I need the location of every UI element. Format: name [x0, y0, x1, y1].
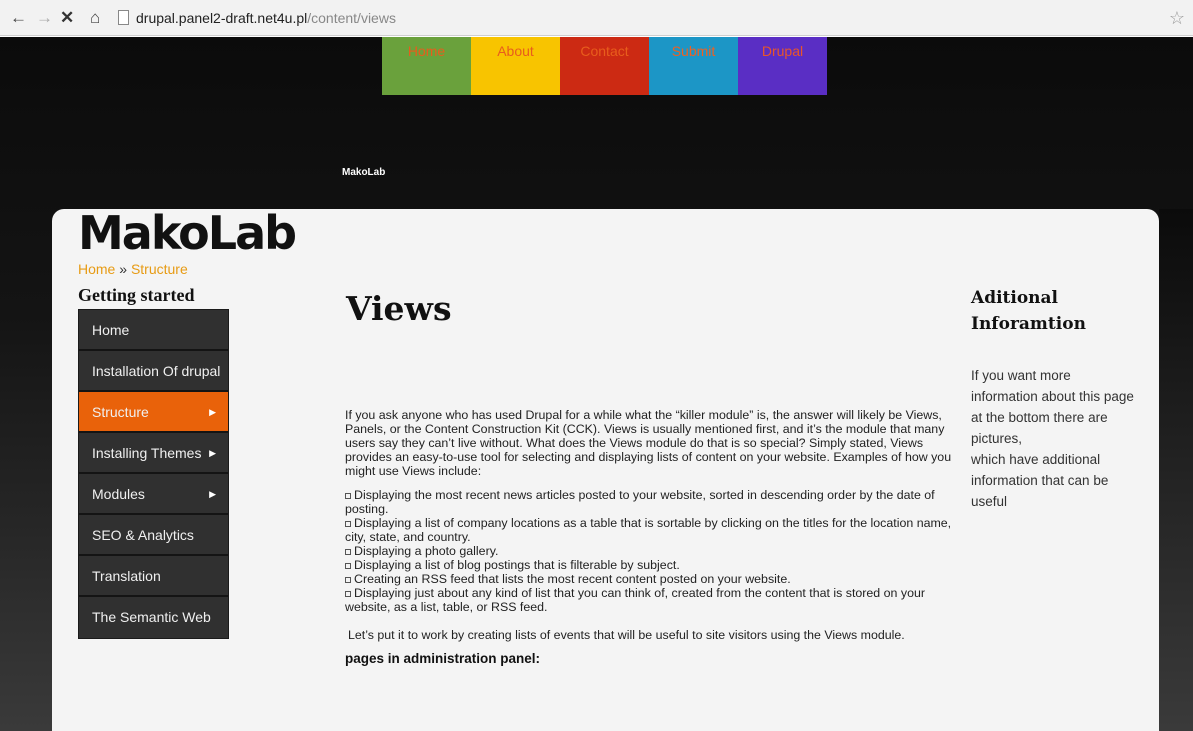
article-body: If you ask anyone who has used Drupal fo…: [345, 408, 957, 666]
url-path: /content/views: [307, 10, 396, 26]
section-subheading: pages in administration panel:: [345, 651, 541, 666]
examples-list: Displaying the most recent news articles…: [345, 488, 957, 614]
list-item-text: Displaying the most recent news articles…: [345, 488, 935, 516]
aside-title: Aditional Inforamtion: [971, 285, 1086, 337]
sidebar-item-modules[interactable]: Modules ▶: [79, 474, 228, 515]
aside-paragraph: If you want more information about this …: [971, 368, 1134, 446]
list-item-text: Displaying a list of blog postings that …: [354, 558, 680, 572]
list-item: Creating an RSS feed that lists the most…: [345, 572, 957, 586]
page-background-right: [1159, 209, 1193, 731]
bookmark-star-icon[interactable]: ☆: [1169, 8, 1185, 28]
sidebar-item-label: SEO & Analytics: [92, 527, 194, 543]
aside-text: If you want more information about this …: [971, 365, 1141, 512]
stop-icon[interactable]: ✕: [60, 8, 74, 28]
sidebar-title: Getting started: [78, 285, 195, 305]
forward-arrow-icon[interactable]: →: [36, 8, 53, 28]
sidebar-item-semantic-web[interactable]: The Semantic Web: [79, 597, 228, 638]
sidebar-item-label: Installation Of drupal: [92, 363, 221, 379]
content-panel: MakoLab Home » Structure Getting started…: [52, 209, 1159, 731]
sidebar-item-label: Home: [92, 322, 130, 338]
list-item-text: Displaying just about any kind of list t…: [345, 586, 925, 614]
bullet-square-icon: [345, 562, 351, 569]
list-item-text: Displaying a photo gallery.: [354, 544, 499, 558]
sidebar-item-label: The Semantic Web: [92, 609, 211, 625]
bullet-square-icon: [345, 590, 351, 597]
sidebar-item-label: Installing Themes: [92, 445, 202, 461]
breadcrumb-current-link[interactable]: Structure: [131, 261, 188, 277]
nav-tab-submit[interactable]: Submit: [649, 37, 738, 95]
list-item: Displaying a list of blog postings that …: [345, 558, 957, 572]
sidebar-item-structure[interactable]: Structure ▶: [79, 392, 228, 433]
aside-title-line: Aditional: [971, 288, 1059, 308]
breadcrumb: Home » Structure: [78, 261, 188, 277]
bullet-square-icon: [345, 548, 351, 555]
sidebar-item-seo-analytics[interactable]: SEO & Analytics: [79, 515, 228, 556]
address-bar[interactable]: drupal.panel2-draft.net4u.pl/content/vie…: [136, 10, 396, 26]
nav-tab-drupal[interactable]: Drupal: [738, 37, 827, 95]
browser-toolbar: ← → ✕ ⌂ drupal.panel2-draft.net4u.pl/con…: [0, 0, 1193, 36]
sidebar-menu: Home Installation Of drupal Structure ▶ I…: [78, 309, 229, 639]
sidebar-item-installation[interactable]: Installation Of drupal: [79, 351, 228, 392]
breadcrumb-separator: »: [119, 261, 128, 277]
nav-tab-home[interactable]: Home: [382, 37, 471, 95]
chevron-right-icon: ▶: [209, 448, 216, 458]
intro-paragraph: If you ask anyone who has used Drupal fo…: [345, 408, 952, 478]
list-item: Displaying just about any kind of list t…: [345, 586, 957, 614]
list-item: Displaying a list of company locations a…: [345, 516, 957, 544]
bullet-square-icon: [345, 492, 351, 499]
nav-tab-about[interactable]: About: [471, 37, 560, 95]
small-site-logo[interactable]: MakoLab: [342, 167, 385, 178]
aside-paragraph: which have additional information that c…: [971, 452, 1109, 509]
url-host: drupal.panel2-draft.net4u.pl: [136, 10, 308, 26]
bullet-square-icon: [345, 576, 351, 583]
bullet-square-icon: [345, 520, 351, 527]
list-item: Displaying the most recent news articles…: [345, 488, 957, 516]
nav-tab-contact[interactable]: Contact: [560, 37, 649, 95]
page-title: Views: [346, 289, 452, 328]
sidebar-item-label: Translation: [92, 568, 161, 584]
closing-paragraph: Let’s put it to work by creating lists o…: [348, 628, 905, 642]
list-item-text: Creating an RSS feed that lists the most…: [354, 572, 791, 586]
page-icon: [118, 10, 129, 25]
home-icon[interactable]: ⌂: [90, 8, 100, 28]
back-arrow-icon[interactable]: ←: [10, 8, 27, 28]
sidebar-item-home[interactable]: Home: [79, 310, 228, 351]
chevron-right-icon: ▶: [209, 489, 216, 499]
sidebar-item-label: Modules: [92, 486, 145, 502]
sidebar-item-label: Structure: [92, 404, 149, 420]
breadcrumb-home-link[interactable]: Home: [78, 261, 115, 277]
site-brand-logo[interactable]: MakoLab: [78, 209, 297, 259]
sidebar-item-installing-themes[interactable]: Installing Themes ▶: [79, 433, 228, 474]
top-navigation: Home About Contact Submit Drupal: [382, 37, 827, 95]
list-item: Displaying a photo gallery.: [345, 544, 957, 558]
chevron-right-icon: ▶: [209, 407, 216, 417]
sidebar-item-translation[interactable]: Translation: [79, 556, 228, 597]
aside-title-line: Inforamtion: [971, 314, 1086, 334]
list-item-text: Displaying a list of company locations a…: [345, 516, 952, 544]
